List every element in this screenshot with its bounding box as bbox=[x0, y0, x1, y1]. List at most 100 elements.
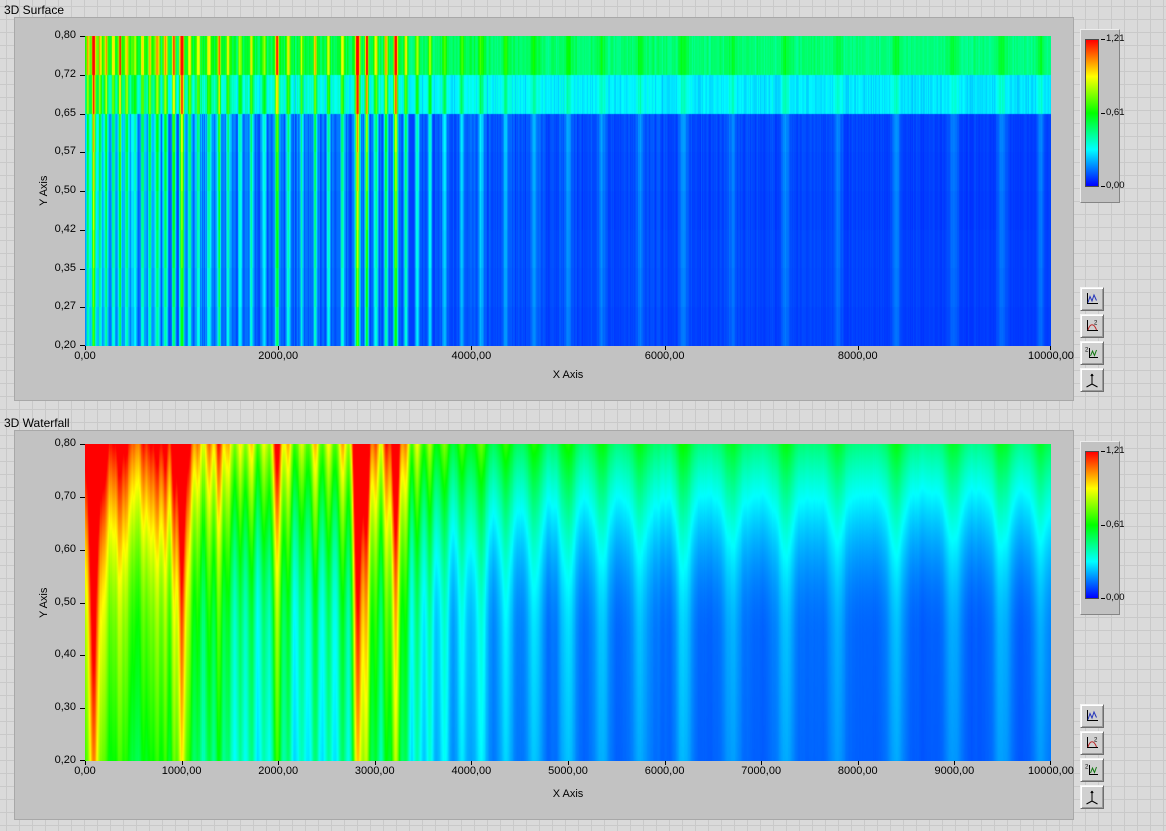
plot-projection-icon bbox=[1084, 291, 1100, 307]
y-tick-mark bbox=[80, 268, 85, 270]
x-tick-mark bbox=[471, 761, 473, 765]
waterfall-plot-projection-button[interactable] bbox=[1080, 704, 1104, 728]
y-tick-mark bbox=[80, 152, 85, 154]
y-tick-mark bbox=[80, 708, 85, 710]
color-scale-mid-label: 0,61 bbox=[1106, 107, 1125, 118]
x-tick-mark bbox=[857, 761, 859, 765]
x-tick-mark bbox=[85, 761, 86, 765]
x-tick-label: 5000,00 bbox=[548, 765, 588, 777]
3d-axes-icon bbox=[1084, 372, 1100, 388]
y-tick-mark bbox=[80, 549, 85, 551]
y-tick-label: 0,50 bbox=[54, 595, 76, 608]
x-tick-label: 10000,00 bbox=[1028, 765, 1074, 777]
x-tick-mark bbox=[857, 346, 859, 350]
3d-axes-icon bbox=[1084, 789, 1100, 805]
y-tick-mark bbox=[80, 36, 85, 37]
y-tick-label: 0,80 bbox=[54, 437, 76, 449]
waterfall-y-squared-projection-button[interactable]: 2 bbox=[1080, 758, 1104, 782]
x-tick-mark bbox=[278, 346, 280, 350]
surface-3d-view-button[interactable] bbox=[1080, 368, 1104, 392]
color-scale-max-label: 1,21 bbox=[1106, 445, 1125, 456]
y-tick-label: 0,57 bbox=[54, 145, 76, 158]
x-tick-mark bbox=[374, 761, 376, 765]
y-tick-mark bbox=[80, 655, 85, 657]
y-tick-label: 0,72 bbox=[54, 67, 76, 80]
x-tick-mark bbox=[664, 346, 666, 350]
color-scale-max-label: 1,21 bbox=[1106, 33, 1125, 44]
waterfall-color-scale: 1,21 0,61 0,00 bbox=[1080, 441, 1125, 615]
waterfall-plot-canvas[interactable] bbox=[85, 444, 1051, 761]
x-tick-mark bbox=[471, 346, 473, 350]
x-tick-label: 7000,00 bbox=[741, 765, 782, 777]
x-tick-label: 3000,00 bbox=[354, 765, 395, 777]
x-squared-projection-icon: 2 bbox=[1084, 735, 1100, 751]
x-tick-mark bbox=[278, 761, 280, 765]
waterfall-view-toolbar: 2 2 bbox=[1080, 704, 1106, 812]
y-tick-mark bbox=[80, 113, 85, 115]
x-tick-label: 8000,00 bbox=[837, 765, 878, 777]
x-tick-label: 4000,00 bbox=[451, 765, 492, 777]
y-tick-mark bbox=[80, 444, 85, 445]
color-scale-min-label: 0,00 bbox=[1106, 180, 1125, 191]
x-squared-projection-icon: 2 bbox=[1084, 318, 1100, 334]
y-tick-mark bbox=[80, 191, 85, 192]
y-tick-label: 0,70 bbox=[54, 489, 76, 502]
y-tick-label: 0,30 bbox=[54, 701, 76, 714]
svg-text:2: 2 bbox=[1085, 348, 1089, 354]
x-tick-label: 2000,00 bbox=[258, 765, 299, 777]
y-tick-mark bbox=[80, 229, 85, 231]
x-tick-mark bbox=[664, 761, 666, 765]
x-tick-mark bbox=[181, 761, 183, 765]
color-scale-tick bbox=[1101, 525, 1105, 526]
x-tick-label: 6000,00 bbox=[644, 765, 685, 777]
y-tick-label: 0,65 bbox=[54, 106, 76, 119]
waterfall-3d-view-button[interactable] bbox=[1080, 785, 1104, 809]
y-tick-mark bbox=[80, 307, 85, 309]
color-scale-tick bbox=[1101, 113, 1105, 114]
x-tick-mark bbox=[568, 761, 569, 765]
y-tick-label: 0,42 bbox=[54, 222, 76, 235]
waterfall-x-squared-projection-button[interactable]: 2 bbox=[1080, 731, 1104, 755]
x-tick-label: 10000,00 bbox=[1028, 350, 1074, 362]
surface-plot-canvas[interactable] bbox=[85, 36, 1051, 346]
color-scale-tick bbox=[1101, 451, 1105, 452]
x-tick-label: 6000,00 bbox=[644, 350, 685, 362]
surface-panel-title: 3D Surface bbox=[4, 3, 65, 17]
x-tick-label: 0,00 bbox=[74, 765, 96, 777]
x-tick-mark bbox=[1050, 761, 1051, 765]
color-scale-tick bbox=[1101, 598, 1105, 599]
svg-text:2: 2 bbox=[1085, 765, 1089, 771]
svg-text:2: 2 bbox=[1094, 738, 1098, 744]
surface-view-toolbar: 2 2 bbox=[1080, 287, 1106, 395]
x-tick-label: 0,00 bbox=[74, 350, 96, 362]
surface-x-squared-projection-button[interactable]: 2 bbox=[1080, 314, 1104, 338]
x-tick-mark bbox=[1050, 346, 1051, 350]
surface-x-axis-title: X Axis bbox=[552, 369, 584, 381]
color-scale-tick bbox=[1101, 186, 1105, 187]
labview-front-panel: 3D Surface X Axis Y Axis 0,80 0,72 0,65 0,5… bbox=[0, 0, 1166, 831]
x-tick-mark bbox=[954, 761, 956, 765]
y-squared-projection-icon: 2 bbox=[1084, 345, 1100, 361]
y-tick-label: 0,60 bbox=[54, 542, 76, 555]
x-tick-label: 2000,00 bbox=[258, 350, 299, 362]
plot-projection-icon bbox=[1084, 708, 1100, 724]
surface-3d-graph: X Axis Y Axis 0,80 0,72 0,65 0,57 0,50 0,42 0,… bbox=[14, 17, 1074, 401]
color-scale-mid-label: 0,61 bbox=[1106, 519, 1125, 530]
waterfall-3d-graph: X Axis Y Axis 0,80 0,70 0,60 0,50 0,40 0,30 0,… bbox=[14, 430, 1074, 820]
y-tick-label: 0,50 bbox=[54, 184, 76, 196]
x-tick-mark bbox=[761, 761, 763, 765]
surface-y-squared-projection-button[interactable]: 2 bbox=[1080, 341, 1104, 365]
color-scale-min-label: 0,00 bbox=[1106, 592, 1125, 603]
y-tick-mark bbox=[80, 602, 85, 604]
y-tick-label: 0,27 bbox=[54, 300, 76, 313]
surface-color-scale: 1,21 0,61 0,00 bbox=[1080, 29, 1125, 203]
x-tick-label: 1000,00 bbox=[161, 765, 202, 777]
x-tick-label: 8000,00 bbox=[837, 350, 878, 362]
y-tick-label: 0,80 bbox=[54, 29, 76, 41]
surface-plot-projection-button[interactable] bbox=[1080, 287, 1104, 311]
y-tick-mark bbox=[80, 74, 85, 76]
y-tick-mark bbox=[80, 496, 85, 498]
color-scale-tick bbox=[1101, 39, 1105, 40]
x-tick-label: 9000,00 bbox=[934, 765, 975, 777]
waterfall-panel-title: 3D Waterfall bbox=[4, 416, 70, 430]
